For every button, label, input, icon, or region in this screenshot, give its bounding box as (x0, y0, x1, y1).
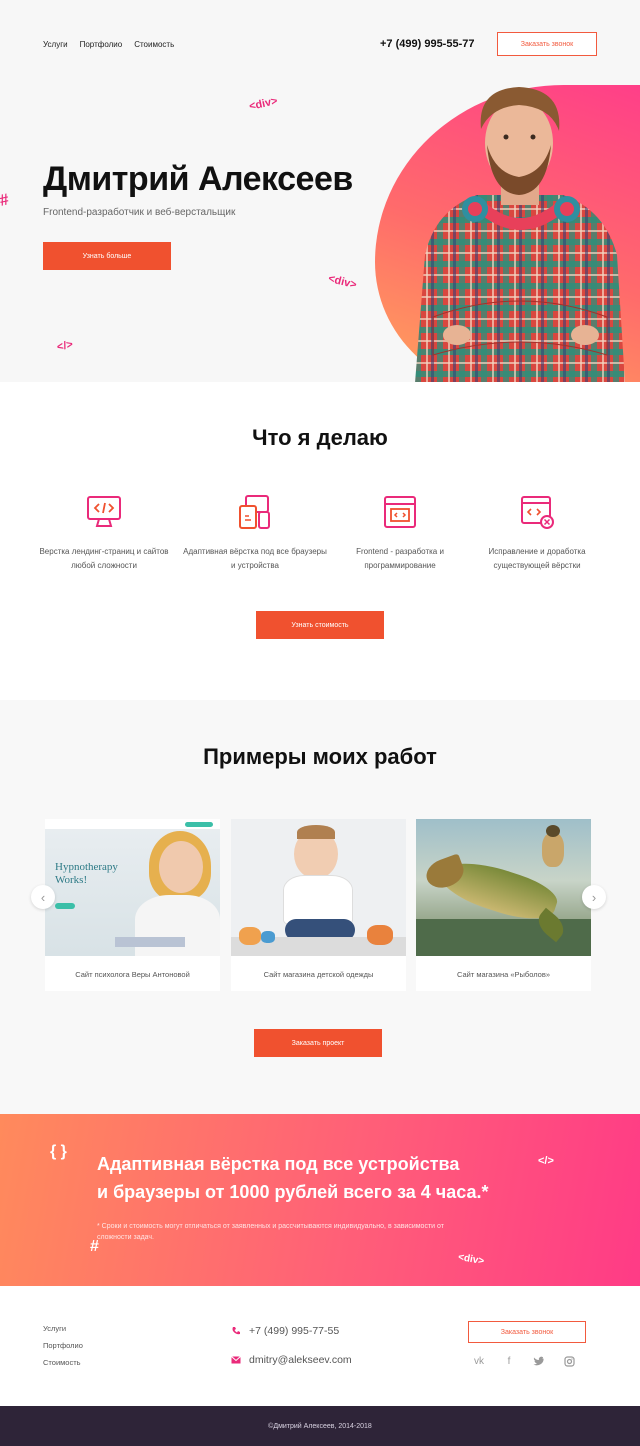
devices-icon (239, 495, 270, 529)
service-item: Адаптивная вёрстка под все браузеры и ус… (180, 492, 330, 572)
mail-icon (231, 1356, 241, 1364)
footer-link-pricing[interactable]: Стоимость (43, 1358, 83, 1367)
order-project-button[interactable]: Заказать проект (254, 1029, 382, 1057)
services-title: Что я делаю (252, 425, 388, 450)
promo-line-2: и браузеры от 1000 рублей всего за 4 час… (97, 1181, 489, 1202)
portfolio-thumb-kids-store (231, 819, 406, 956)
footer-nav: Услуги Портфолио Стоимость (43, 1324, 83, 1375)
phone-icon (232, 1327, 240, 1335)
service-label: Адаптивная вёрстка под все браузеры и ус… (183, 547, 327, 570)
service-item: Исправление и доработка существующей вёр… (462, 492, 612, 572)
nav-item-pricing[interactable]: Стоимость (134, 40, 174, 49)
hero-subtitle: Frontend-разработчик и веб-верстальщик (43, 207, 236, 218)
copyright-bar: ©Дмитрий Алексеев, 2014-2018 (0, 1406, 640, 1446)
deco-close-tag: </> (55, 338, 74, 354)
footer-link-services[interactable]: Услуги (43, 1324, 83, 1333)
hero-section: <div> <div> </> # Дмитрий Алексеев Front… (0, 0, 640, 382)
hero-name: Дмитрий Алексеев (43, 160, 353, 198)
carousel-prev-arrow[interactable]: ‹ (31, 885, 55, 909)
developer-portrait (415, 87, 625, 382)
get-price-button[interactable]: Узнать стоимость (256, 611, 384, 639)
browser-code-icon (384, 496, 416, 528)
deco-braces: { } (50, 1143, 67, 1160)
service-item: Верстка лендинг-страниц и сайтов любой с… (29, 492, 179, 572)
portfolio-caption: Сайт магазина «Рыболов» (456, 970, 551, 979)
call-request-button[interactable]: Заказать звонок (497, 32, 597, 56)
footer-email-text: dmitry@alekseev.com (249, 1354, 352, 1366)
landing-page: <div> <div> </> # Дмитрий Алексеев Front… (0, 0, 640, 1446)
footer-email[interactable]: dmitry@alekseev.com (231, 1354, 352, 1366)
portfolio-card[interactable]: Hypnotherapy Works! Сайт психолога Веры … (45, 819, 220, 991)
promo-headline: Адаптивная вёрстка под все устройства и … (97, 1151, 489, 1207)
main-nav: Услуги Портфолио Стоимость (43, 40, 174, 49)
social-links: vk f (472, 1356, 576, 1370)
service-label: Исправление и доработка существующей вёр… (488, 547, 586, 570)
deco-div-tag: <div> (248, 95, 279, 113)
deco-div-tag: <div> (326, 272, 358, 292)
deco-hash: # (0, 191, 11, 210)
learn-more-button[interactable]: Узнать больше (43, 242, 171, 270)
chevron-left-icon: ‹ (40, 889, 46, 905)
vk-icon[interactable]: vk (472, 1356, 486, 1370)
service-label: Верстка лендинг-страниц и сайтов любой с… (39, 547, 169, 570)
carousel-next-arrow[interactable]: › (582, 885, 606, 909)
service-label: Frontend - разработка и программирование (356, 547, 444, 570)
header-phone[interactable]: +7 (499) 995-55-77 (380, 38, 474, 50)
footer-call-request-button[interactable]: Заказать звонок (468, 1321, 586, 1343)
facebook-icon[interactable]: f (502, 1356, 516, 1370)
nav-item-portfolio[interactable]: Портфолио (80, 40, 123, 49)
copyright-text: ©Дмитрий Алексеев, 2014-2018 (268, 1422, 372, 1430)
footer-phone-text: +7 (499) 995-77-55 (249, 1325, 340, 1337)
portfolio-thumb-psychologist: Hypnotherapy Works! (45, 819, 220, 956)
twitter-icon[interactable] (532, 1356, 546, 1370)
deco-close-tag: </> (538, 1155, 554, 1167)
portfolio-card[interactable]: Сайт магазина детской одежды (231, 819, 406, 991)
instagram-icon[interactable] (562, 1356, 576, 1370)
promo-line-1: Адаптивная вёрстка под все устройства (97, 1154, 460, 1174)
monitor-code-icon (87, 496, 121, 527)
service-item: Frontend - разработка и программирование (325, 492, 475, 572)
portfolio-card[interactable]: Сайт магазина «Рыболов» (416, 819, 591, 991)
portfolio-caption: Сайт магазина детской одежды (263, 970, 374, 979)
nav-item-services[interactable]: Услуги (43, 40, 68, 49)
portfolio-title: Примеры моих работ (203, 744, 437, 769)
portfolio-thumb-fishing-store (416, 819, 591, 956)
promo-footnote: * Сроки и стоимость могут отличаться от … (97, 1223, 444, 1242)
thumb-headline: Hypnotherapy Works! (55, 861, 118, 887)
footer-link-portfolio[interactable]: Портфолио (43, 1341, 83, 1350)
browser-fix-icon (521, 496, 554, 529)
portfolio-caption: Сайт психолога Веры Антоновой (75, 970, 190, 979)
footer-phone[interactable]: +7 (499) 995-77-55 (231, 1325, 339, 1337)
chevron-right-icon: › (591, 889, 597, 905)
